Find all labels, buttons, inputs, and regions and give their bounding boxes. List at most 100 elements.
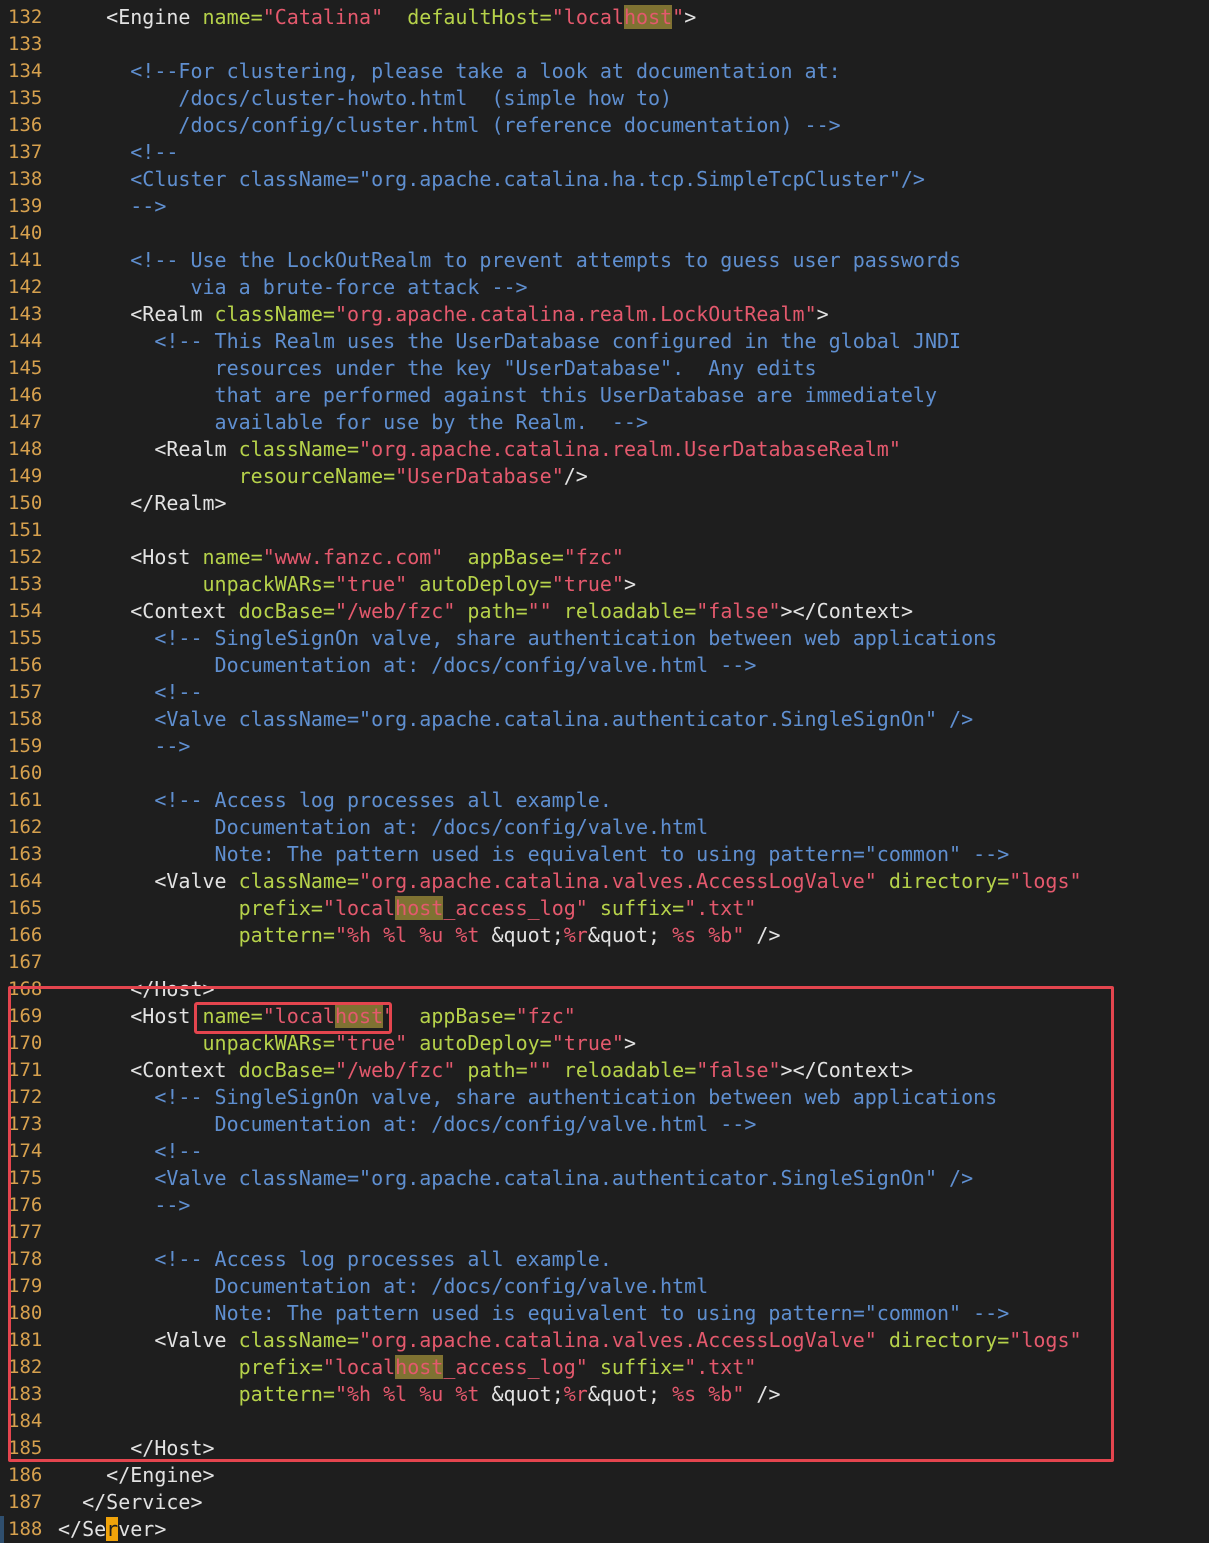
code-token: <!-- [58, 680, 203, 704]
code-token: _access_log" [443, 896, 588, 920]
code-line[interactable]: 146 that are performed against this User… [0, 382, 1209, 409]
code-line[interactable]: 141 <!-- Use the LockOutRealm to prevent… [0, 247, 1209, 274]
code-token: "%h %l %u %t [334, 923, 492, 947]
code-line[interactable]: 164 <Valve className="org.apache.catalin… [0, 868, 1209, 895]
code-line[interactable]: 151 [0, 517, 1209, 544]
code-line[interactable]: 147 available for use by the Realm. --> [0, 409, 1209, 436]
code-line[interactable]: 176 --> [0, 1192, 1209, 1219]
line-text: <Valve className="org.apache.catalina.va… [58, 1327, 1081, 1354]
code-line[interactable]: 153 unpackWARs="true" autoDeploy="true"> [0, 571, 1209, 598]
code-line[interactable]: 177 [0, 1219, 1209, 1246]
code-line[interactable]: 173 Documentation at: /docs/config/valve… [0, 1111, 1209, 1138]
code-line[interactable]: 162 Documentation at: /docs/config/valve… [0, 814, 1209, 841]
line-number: 140 [8, 222, 43, 244]
code-line[interactable]: 152 <Host name="www.fanzc.com" appBase="… [0, 544, 1209, 571]
code-line[interactable]: 168 </Host> [0, 976, 1209, 1003]
code-line[interactable]: 171 <Context docBase="/web/fzc" path="" … [0, 1057, 1209, 1084]
code-line[interactable]: 139 --> [0, 193, 1209, 220]
code-line[interactable]: 167 [0, 949, 1209, 976]
code-line[interactable]: 187 </Service> [0, 1489, 1209, 1516]
code-line[interactable]: 157 <!-- [0, 679, 1209, 706]
line-text: <!-- This Realm uses the UserDatabase co… [58, 328, 961, 355]
code-line[interactable]: 175 <Valve className="org.apache.catalin… [0, 1165, 1209, 1192]
code-line[interactable]: 158 <Valve className="org.apache.catalin… [0, 706, 1209, 733]
code-token: <Host [130, 545, 203, 569]
code-token: </Engine> [106, 1463, 215, 1487]
line-number: 158 [8, 708, 43, 730]
code-line[interactable]: 138 <Cluster className="org.apache.catal… [0, 166, 1209, 193]
line-text: <Host name="www.fanzc.com" appBase="fzc" [58, 544, 624, 571]
line-text: --> [58, 733, 190, 760]
line-number: 178 [8, 1248, 43, 1270]
code-token: "true" [334, 1031, 408, 1055]
code-token: reloadable= [563, 599, 697, 623]
code-editor[interactable]: 132 <Engine name="Catalina" defaultHost=… [0, 4, 1209, 1543]
text-cursor: r [106, 1517, 119, 1541]
code-line[interactable]: 135 /docs/cluster-howto.html (simple how… [0, 85, 1209, 112]
code-line[interactable]: 142 via a brute-force attack --> [0, 274, 1209, 301]
code-line[interactable]: 154 <Context docBase="/web/fzc" path="" … [0, 598, 1209, 625]
code-line[interactable]: 145 resources under the key "UserDatabas… [0, 355, 1209, 382]
line-text: pattern="%h %l %u %t &quot;%r&quot; %s %… [58, 922, 781, 949]
code-line[interactable]: 174 <!-- [0, 1138, 1209, 1165]
code-line[interactable]: 183 pattern="%h %l %u %t &quot;%r&quot; … [0, 1381, 1209, 1408]
code-line[interactable]: 180 Note: The pattern used is equivalent… [0, 1300, 1209, 1327]
code-token: "fzc" [515, 1004, 576, 1028]
code-line[interactable]: 161 <!-- Access log processes all exampl… [0, 787, 1209, 814]
code-line[interactable]: 137 <!-- [0, 139, 1209, 166]
code-token: ".txt" [684, 896, 757, 920]
code-token: docBase= [238, 1058, 335, 1082]
code-line[interactable]: 133 [0, 31, 1209, 58]
code-line[interactable]: 170 unpackWARs="true" autoDeploy="true"> [0, 1030, 1209, 1057]
code-line[interactable]: 178 <!-- Access log processes all exampl… [0, 1246, 1209, 1273]
code-line[interactable]: 166 pattern="%h %l %u %t &quot;%r&quot; … [0, 922, 1209, 949]
code-line[interactable]: 185 </Host> [0, 1435, 1209, 1462]
code-line[interactable]: 182 prefix="localhost_access_log" suffix… [0, 1354, 1209, 1381]
code-token: "false" [696, 599, 781, 623]
line-text: /docs/config/cluster.html (reference doc… [58, 112, 841, 139]
code-line[interactable]: 156 Documentation at: /docs/config/valve… [0, 652, 1209, 679]
code-line[interactable]: 155 <!-- SingleSignOn valve, share authe… [0, 625, 1209, 652]
code-line[interactable]: 134 <!--For clustering, please take a lo… [0, 58, 1209, 85]
code-line[interactable]: 143 <Realm className="org.apache.catalin… [0, 301, 1209, 328]
code-token: /> [744, 1382, 781, 1406]
code-token: " [672, 5, 685, 29]
code-token: <Valve className="org.apache.catalina.au… [58, 1166, 974, 1190]
line-number: 136 [8, 114, 43, 136]
code-line[interactable]: 148 <Realm className="org.apache.catalin… [0, 436, 1209, 463]
code-line[interactable]: 179 Documentation at: /docs/config/valve… [0, 1273, 1209, 1300]
line-text: </Realm> [58, 490, 226, 517]
code-token: "www.fanzc.com" [262, 545, 444, 569]
code-line[interactable]: 181 <Valve className="org.apache.catalin… [0, 1327, 1209, 1354]
code-token: /docs/config/cluster.html (reference doc… [58, 113, 841, 137]
code-line[interactable]: 132 <Engine name="Catalina" defaultHost=… [0, 4, 1209, 31]
line-number: 181 [8, 1329, 43, 1351]
code-line[interactable]: 188 </Server> [0, 1516, 1209, 1543]
code-token: /docs/cluster-howto.html (simple how to) [58, 86, 673, 110]
code-line[interactable]: 169 <Host name="localhost" appBase="fzc" [0, 1003, 1209, 1030]
code-line[interactable]: 149 resourceName="UserDatabase"/> [0, 463, 1209, 490]
code-line[interactable]: 165 prefix="localhost_access_log" suffix… [0, 895, 1209, 922]
code-line[interactable]: 160 [0, 760, 1209, 787]
code-line[interactable]: 144 <!-- This Realm uses the UserDatabas… [0, 328, 1209, 355]
code-line[interactable]: 163 Note: The pattern used is equivalent… [0, 841, 1209, 868]
code-line[interactable]: 140 [0, 220, 1209, 247]
code-line[interactable]: 150 </Realm> [0, 490, 1209, 517]
code-line[interactable]: 172 <!-- SingleSignOn valve, share authe… [0, 1084, 1209, 1111]
code-token: suffix= [599, 896, 685, 920]
code-line[interactable]: 159 --> [0, 733, 1209, 760]
line-number: 145 [8, 357, 43, 379]
line-text: <Valve className="org.apache.catalina.au… [58, 1165, 973, 1192]
line-text: <!--For clustering, please take a look a… [58, 58, 840, 85]
code-line[interactable]: 184 [0, 1408, 1209, 1435]
line-number: 167 [8, 951, 43, 973]
code-token: directory= [888, 1328, 1010, 1352]
code-line[interactable]: 186 </Engine> [0, 1462, 1209, 1489]
code-line[interactable]: 136 /docs/config/cluster.html (reference… [0, 112, 1209, 139]
